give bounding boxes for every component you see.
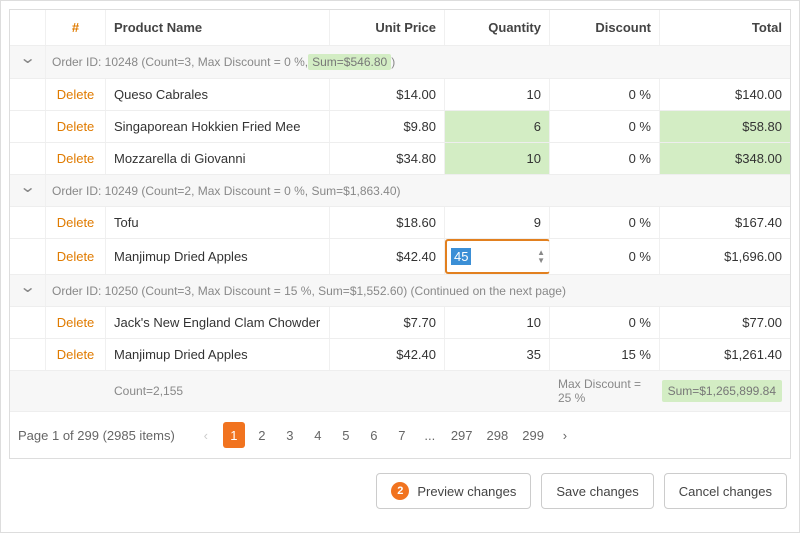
pager-ellipsis[interactable]: ...: [419, 422, 441, 448]
spin-down-icon[interactable]: ▼: [537, 257, 545, 265]
toolbar: 2 Preview changes Save changes Cancel ch…: [9, 459, 791, 509]
cell-total[interactable]: $58.80: [660, 111, 790, 142]
cell-total[interactable]: $1,696.00: [660, 239, 790, 274]
chevron-down-icon[interactable]: [10, 46, 46, 78]
quantity-input[interactable]: 45: [451, 248, 471, 265]
pager-prev-icon[interactable]: ‹: [195, 422, 217, 448]
grid-container: # Product Name Unit Price Quantity Disco…: [0, 0, 800, 533]
cell-total[interactable]: $348.00: [660, 143, 790, 174]
cell-total[interactable]: $140.00: [660, 79, 790, 110]
group-sum-highlight: Sum=$546.80: [308, 54, 391, 70]
group-header-text: Order ID: 10250 (Count=3, Max Discount =…: [46, 275, 790, 306]
group-header-text: Order ID: 10249 (Count=2, Max Discount =…: [46, 175, 790, 206]
cell-qty[interactable]: 9: [445, 207, 550, 238]
column-quantity[interactable]: Quantity: [445, 10, 550, 45]
cell-total[interactable]: $77.00: [660, 307, 790, 338]
cell-product[interactable]: Tofu: [106, 207, 330, 238]
group-header[interactable]: Order ID: 10250 (Count=3, Max Discount =…: [10, 275, 790, 307]
quantity-editor[interactable]: 45 ▲ ▼: [445, 239, 550, 274]
cell-disc[interactable]: 0 %: [550, 239, 660, 274]
footer-sum: Sum=$1,265,899.84: [662, 380, 782, 402]
cell-product[interactable]: Queso Cabrales: [106, 79, 330, 110]
pager-page[interactable]: 2: [251, 422, 273, 448]
column-product-name[interactable]: Product Name: [106, 10, 330, 45]
delete-button[interactable]: Delete: [57, 151, 95, 166]
delete-button[interactable]: Delete: [57, 315, 95, 330]
chevron-down-icon[interactable]: [10, 175, 46, 206]
cell-disc[interactable]: 0 %: [550, 143, 660, 174]
pager: Page 1 of 299 (2985 items) ‹ 1 2 3 4 5 6…: [9, 412, 791, 459]
summary-row: Count=2,155 Max Discount = 25 % Sum=$1,2…: [10, 371, 790, 412]
cell-qty[interactable]: 6: [445, 111, 550, 142]
table-row: Delete Tofu $18.60 9 0 % $167.40: [10, 207, 790, 239]
cell-unit[interactable]: $9.80: [330, 111, 445, 142]
delete-button[interactable]: Delete: [57, 347, 95, 362]
save-changes-button[interactable]: Save changes: [541, 473, 653, 509]
cell-disc[interactable]: 0 %: [550, 111, 660, 142]
column-discount[interactable]: Discount: [550, 10, 660, 45]
cell-qty[interactable]: 35: [445, 339, 550, 370]
footer-maxdisc: Max Discount = 25 %: [550, 371, 660, 411]
delete-button[interactable]: Delete: [57, 87, 95, 102]
cell-unit[interactable]: $42.40: [330, 339, 445, 370]
delete-button[interactable]: Delete: [57, 215, 95, 230]
column-hash[interactable]: #: [46, 10, 106, 45]
table-row: Delete Manjimup Dried Apples $42.40 35 1…: [10, 339, 790, 371]
preview-changes-button[interactable]: 2 Preview changes: [376, 473, 531, 509]
cell-unit[interactable]: $14.00: [330, 79, 445, 110]
chevron-down-icon[interactable]: [10, 275, 46, 306]
column-unit-price[interactable]: Unit Price: [330, 10, 445, 45]
pager-page[interactable]: 7: [391, 422, 413, 448]
changes-count-badge: 2: [391, 482, 409, 500]
table-row: Delete Mozzarella di Giovanni $34.80 10 …: [10, 143, 790, 175]
cell-qty[interactable]: 10: [445, 143, 550, 174]
cell-product[interactable]: Singaporean Hokkien Fried Mee: [106, 111, 330, 142]
pager-info: Page 1 of 299 (2985 items): [18, 428, 175, 443]
cell-unit[interactable]: $7.70: [330, 307, 445, 338]
cell-unit[interactable]: $34.80: [330, 143, 445, 174]
group-header[interactable]: Order ID: 10248 (Count=3, Max Discount =…: [10, 46, 790, 79]
cell-qty[interactable]: 10: [445, 79, 550, 110]
delete-button[interactable]: Delete: [57, 119, 95, 134]
pager-page[interactable]: 1: [223, 422, 245, 448]
pager-page[interactable]: 5: [335, 422, 357, 448]
pager-page[interactable]: 6: [363, 422, 385, 448]
cell-disc[interactable]: 0 %: [550, 79, 660, 110]
pager-page[interactable]: 4: [307, 422, 329, 448]
table-row: Delete Jack's New England Clam Chowder $…: [10, 307, 790, 339]
cell-unit[interactable]: $42.40: [330, 239, 445, 274]
footer-count: Count=2,155: [106, 371, 330, 411]
column-header-row: # Product Name Unit Price Quantity Disco…: [10, 10, 790, 46]
pager-page[interactable]: 297: [447, 422, 477, 448]
pager-page[interactable]: 298: [483, 422, 513, 448]
cell-product[interactable]: Manjimup Dried Apples: [106, 239, 330, 274]
cell-disc[interactable]: 0 %: [550, 207, 660, 238]
table-row: Delete Queso Cabrales $14.00 10 0 % $140…: [10, 79, 790, 111]
cell-disc[interactable]: 0 %: [550, 307, 660, 338]
cell-total[interactable]: $167.40: [660, 207, 790, 238]
data-grid: # Product Name Unit Price Quantity Disco…: [9, 9, 791, 412]
cancel-changes-button[interactable]: Cancel changes: [664, 473, 787, 509]
cell-product[interactable]: Jack's New England Clam Chowder: [106, 307, 330, 338]
pager-page[interactable]: 299: [518, 422, 548, 448]
pager-page[interactable]: 3: [279, 422, 301, 448]
cell-product[interactable]: Mozzarella di Giovanni: [106, 143, 330, 174]
cell-total[interactable]: $1,261.40: [660, 339, 790, 370]
cell-qty[interactable]: 10: [445, 307, 550, 338]
group-header[interactable]: Order ID: 10249 (Count=2, Max Discount =…: [10, 175, 790, 207]
cell-unit[interactable]: $18.60: [330, 207, 445, 238]
cell-disc[interactable]: 15 %: [550, 339, 660, 370]
column-expand: [10, 10, 46, 45]
table-row: Delete Singaporean Hokkien Fried Mee $9.…: [10, 111, 790, 143]
cell-product[interactable]: Manjimup Dried Apples: [106, 339, 330, 370]
table-row: Delete Manjimup Dried Apples $42.40 45 ▲…: [10, 239, 790, 275]
column-total[interactable]: Total: [660, 10, 790, 45]
pager-next-icon[interactable]: ›: [554, 422, 576, 448]
group-header-text: Order ID: 10248 (Count=3, Max Discount =…: [46, 46, 790, 78]
spin-buttons[interactable]: ▲ ▼: [537, 249, 545, 265]
delete-button[interactable]: Delete: [57, 249, 95, 264]
